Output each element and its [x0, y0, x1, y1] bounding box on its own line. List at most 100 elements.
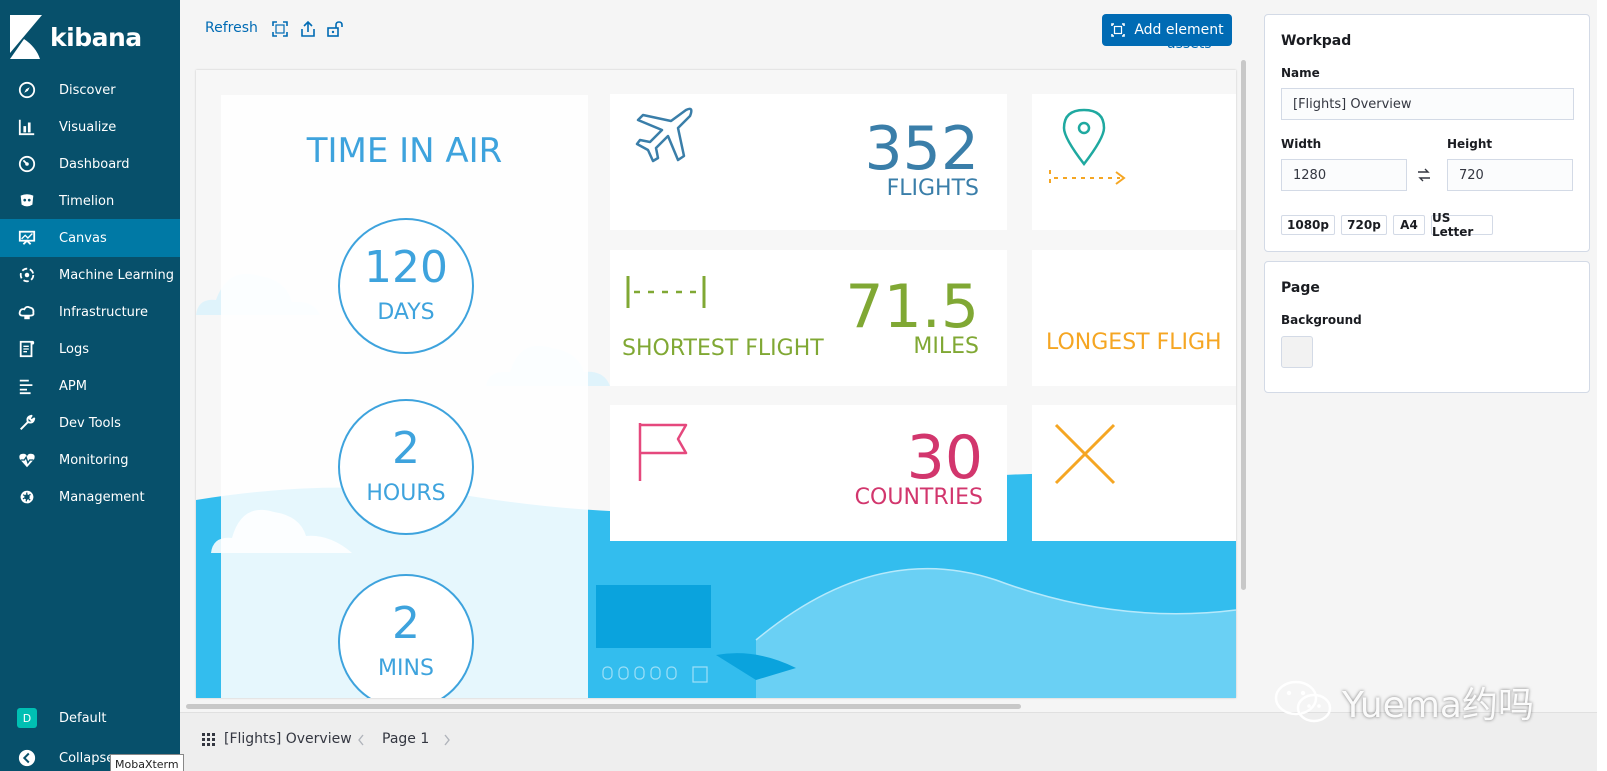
distance-icon [626, 276, 706, 308]
page-settings-panel: Page Background [1264, 261, 1590, 393]
heartbeat-icon [17, 450, 37, 470]
days-unit: DAYS [377, 300, 435, 325]
space-label: Default [59, 710, 107, 726]
gear-icon [17, 487, 37, 507]
nav-item-canvas[interactable]: Canvas [0, 219, 180, 257]
workpad-toolbar: Refresh Manage assets [180, 0, 1235, 58]
longest-flight-card[interactable]: LONGEST FLIGH [1032, 250, 1236, 386]
time-in-air-card[interactable]: TIME IN AIR 120 DAYS 2 HOURS 2 MINS [221, 95, 588, 698]
nav-label: Visualize [59, 119, 117, 135]
nav-item-visualize[interactable]: Visualize [0, 108, 180, 146]
add-element-label: Add element [1134, 22, 1224, 38]
countries-label: COUNTRIES [854, 485, 983, 510]
refresh-button[interactable]: Refresh [205, 20, 258, 36]
ml-icon [17, 265, 37, 285]
shortest-value: 71.5 [845, 272, 979, 342]
airplane-icon [635, 107, 693, 163]
background-color-picker[interactable] [1281, 336, 1313, 368]
nav-item-dashboard[interactable]: Dashboard [0, 145, 180, 183]
workpad-panel-title: Workpad [1281, 33, 1352, 49]
nav-label: Infrastructure [59, 304, 148, 320]
swap-dimensions-icon[interactable] [1415, 166, 1433, 184]
shortest-flight-card[interactable]: 71.5 MILES SHORTEST FLIGHT [610, 250, 1007, 386]
canvas-icon [17, 228, 37, 248]
logs-icon [17, 339, 37, 359]
nav-item-monitoring[interactable]: Monitoring [0, 441, 180, 479]
compass-icon [17, 80, 37, 100]
flights-label: FLIGHTS [886, 176, 979, 201]
nav-label: Logs [59, 341, 89, 357]
flights-value: 352 [864, 114, 979, 184]
nav-label: Canvas [59, 230, 107, 246]
hours-unit: HOURS [366, 481, 446, 506]
apm-icon [17, 376, 37, 396]
nav-item-management[interactable]: Management [0, 478, 180, 516]
mins-unit: MINS [378, 656, 434, 681]
unlock-icon[interactable] [326, 20, 344, 38]
infrastructure-icon [17, 302, 37, 322]
nav-item-infrastructure[interactable]: Infrastructure [0, 293, 180, 331]
preset-a4[interactable]: A4 [1393, 215, 1425, 235]
gauge-icon [17, 154, 37, 174]
wrench-icon [17, 413, 37, 433]
mins-circle: 2 MINS [338, 574, 474, 698]
nav-item-machine-learning[interactable]: Machine Learning [0, 256, 180, 294]
preset-us-letter[interactable]: US Letter [1431, 211, 1493, 239]
countries-card[interactable]: 30 COUNTRIES [610, 405, 1007, 541]
nav-item-discover[interactable]: Discover [0, 71, 180, 109]
nav-item-dev-tools[interactable]: Dev Tools [0, 404, 180, 442]
shortest-label: SHORTEST FLIGHT [622, 336, 824, 361]
nav-label: Dev Tools [59, 415, 121, 431]
grid-icon[interactable] [202, 733, 216, 747]
flag-icon [638, 423, 688, 481]
hours-circle: 2 HOURS [338, 399, 474, 535]
page-indicator: Page 1 [382, 731, 430, 747]
workpad-name-input[interactable]: [Flights] Overview [1281, 88, 1574, 120]
background-label: Background [1281, 313, 1362, 327]
name-label: Name [1281, 66, 1320, 80]
cancelled-card[interactable] [1032, 405, 1236, 541]
space-avatar: D [17, 708, 37, 728]
prev-page-icon[interactable] [356, 733, 366, 747]
kibana-logo-icon [10, 15, 42, 59]
next-page-icon[interactable] [442, 733, 452, 747]
nav-item-logs[interactable]: Logs [0, 330, 180, 368]
width-label: Width [1281, 137, 1322, 151]
bar-chart-icon [17, 117, 37, 137]
watermark-text: Yuema约吗 [1342, 685, 1534, 726]
nav-label: Discover [59, 82, 116, 98]
time-in-air-title: TIME IN AIR [306, 131, 503, 171]
workpad-settings-panel: Workpad Name [Flights] Overview Width 12… [1264, 14, 1590, 252]
preset-720p[interactable]: 720p [1341, 215, 1387, 235]
vertical-scrollbar[interactable] [1241, 60, 1246, 590]
flights-card[interactable]: 352 FLIGHTS [610, 94, 1007, 230]
nav-label: Machine Learning [59, 267, 174, 283]
add-element-button[interactable]: Add element [1102, 14, 1232, 46]
collapse-label: Collapse [59, 750, 115, 766]
workpad-canvas[interactable]: TIME IN AIR 120 DAYS 2 HOURS 2 MINS 352 … [196, 70, 1236, 698]
destination-card[interactable] [1032, 94, 1236, 230]
longest-label: LONGEST FLIGH [1046, 330, 1222, 355]
sidebar: kibana Discover Visualize Dashboard Time… [0, 0, 180, 771]
horizontal-scrollbar[interactable] [186, 704, 1021, 709]
days-circle: 120 DAYS [338, 218, 474, 354]
width-input[interactable]: 1280 [1281, 159, 1407, 191]
share-icon[interactable] [299, 20, 317, 38]
location-pin-icon [1049, 108, 1126, 186]
collapse-arrow-icon [17, 748, 37, 768]
height-input[interactable]: 720 [1447, 159, 1573, 191]
nav-label: APM [59, 378, 87, 394]
footer-workpad-name: [Flights] Overview [224, 731, 352, 747]
add-element-icon [1111, 23, 1126, 37]
hours-value: 2 [392, 423, 420, 474]
space-selector[interactable]: D Default [0, 699, 180, 737]
fullscreen-icon[interactable] [271, 20, 289, 38]
nav-label: Monitoring [59, 452, 129, 468]
nav-item-apm[interactable]: APM [0, 367, 180, 405]
preset-1080p[interactable]: 1080p [1281, 215, 1335, 235]
kibana-logo[interactable]: kibana [10, 14, 170, 60]
space-badge: D [17, 708, 37, 728]
days-value: 120 [364, 242, 448, 293]
nav-item-timelion[interactable]: Timelion [0, 182, 180, 220]
mins-value: 2 [392, 598, 420, 649]
